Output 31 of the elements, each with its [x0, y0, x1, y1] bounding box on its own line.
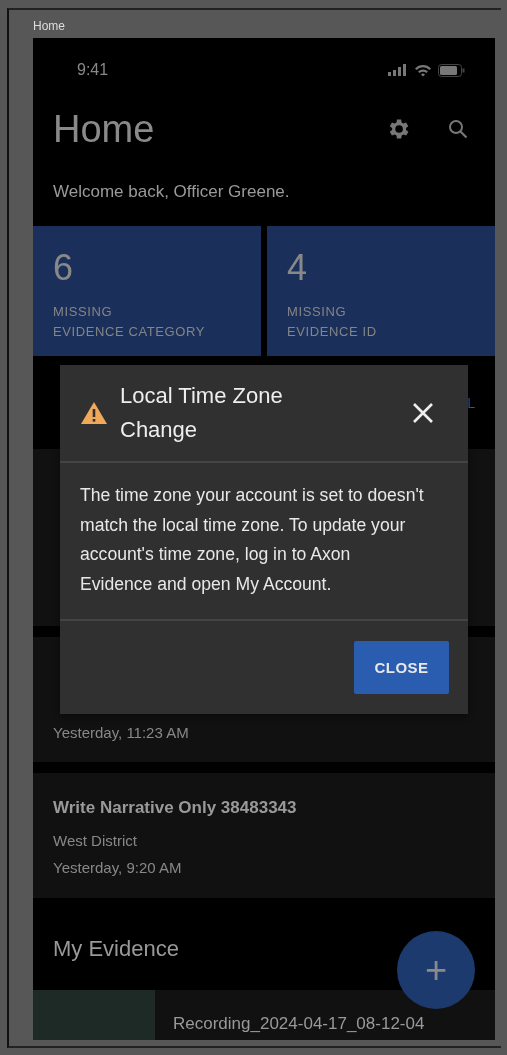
dialog-title: Local Time Zone Change: [120, 382, 284, 444]
welcome-text: Welcome back, Officer Greene.: [52, 181, 291, 203]
signal-icon: [388, 64, 408, 76]
evidence-item[interactable]: Recording_2024-04-17_08-12-04: [33, 990, 495, 1040]
close-button[interactable]: CLOSE: [354, 641, 449, 694]
stat-tile[interactable]: 4 MISSING EVIDENCE ID: [267, 226, 495, 356]
card-time: Yesterday, 9:20 AM: [53, 858, 183, 878]
battery-icon: [438, 63, 465, 77]
stat-label: EVIDENCE CATEGORY: [53, 323, 207, 341]
stat-count: 4: [287, 248, 309, 288]
wifi-icon: [414, 63, 432, 77]
stat-label: MISSING: [287, 303, 348, 321]
search-icon[interactable]: [447, 118, 469, 140]
page-title: Home: [53, 107, 156, 151]
section-link[interactable]: L: [467, 394, 475, 411]
stat-count: 6: [53, 248, 75, 288]
card-district: West District: [53, 831, 138, 851]
stat-tile[interactable]: 6 MISSING EVIDENCE CATEGORY: [33, 226, 261, 356]
stat-label: MISSING: [53, 303, 114, 321]
status-time: 9:41: [77, 61, 109, 79]
evidence-title: Recording_2024-04-17_08-12-04: [173, 1013, 425, 1034]
frame-label: Home: [33, 18, 66, 35]
stat-label: EVIDENCE ID: [287, 323, 378, 341]
add-button[interactable]: +: [397, 931, 475, 1009]
card-time: Yesterday, 11:23 AM: [53, 723, 190, 743]
dialog-message: The time zone your account is set to doesn't match the local time zone. To update your account's time zone, log in to Axon Evidence and open My Account.: [80, 484, 425, 596]
warning-icon: [80, 401, 108, 425]
report-card[interactable]: Write Narrative Only 38483343 West District Yesterday, 9:20 AM: [33, 773, 495, 898]
card-title: Write Narrative Only 38483343: [53, 797, 298, 819]
section-heading: My Evidence: [53, 936, 179, 962]
close-icon[interactable]: [412, 402, 434, 424]
